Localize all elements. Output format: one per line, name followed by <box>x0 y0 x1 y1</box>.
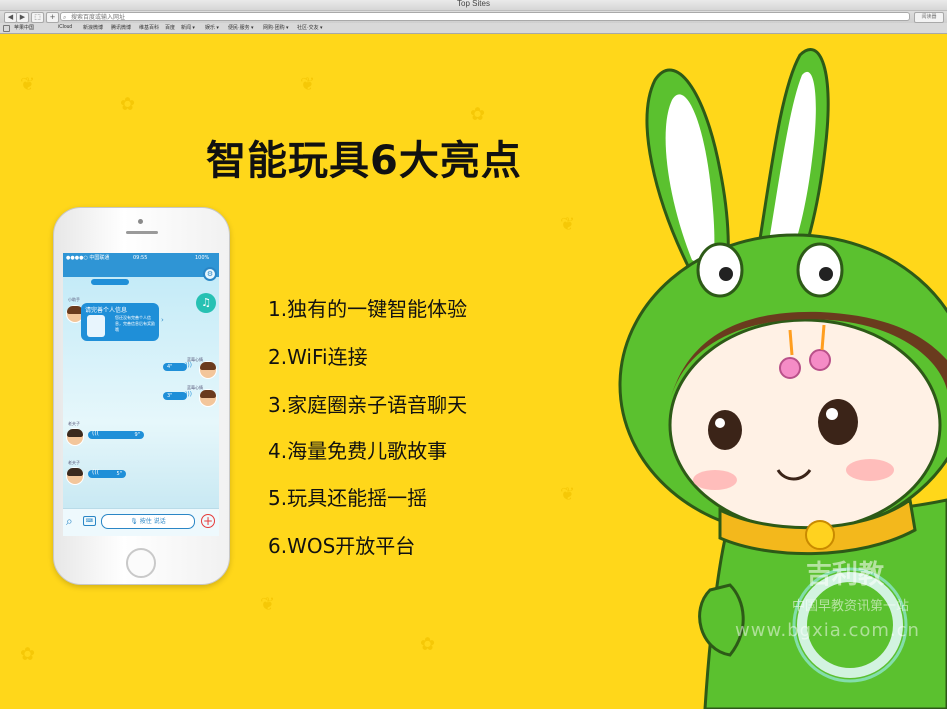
voice-message[interactable]: 3" <box>163 392 187 400</box>
voice-wave-icon: ((( <box>92 469 100 476</box>
clock-label: 09:55 <box>133 255 148 261</box>
reader-button[interactable]: 阅读器 <box>914 12 944 23</box>
leaf-decoration: ❦ <box>300 74 316 95</box>
address-placeholder: 搜索百度或输入网址 <box>71 14 126 21</box>
speaker-grille <box>126 231 158 234</box>
profile-prompt-card[interactable]: 请完善个人信息 您还没有完善个人信息，完善信息后有奖励哦 <box>81 303 159 341</box>
voice-duration: 5" <box>116 471 122 477</box>
forward-button[interactable]: ▶ <box>16 12 29 23</box>
leaf-decoration: ✿ <box>470 104 486 125</box>
card-text: 您还没有完善个人信息，完善信息后有奖励哦 <box>115 315 155 332</box>
battery-label: 100% <box>195 255 210 261</box>
feature-item: 6.WOS开放平台 <box>268 534 416 558</box>
phone-mockup: ●●●●○ 中国联通 09:55 100% ⚙ ♫ 小助手 请完善个人信息 您还… <box>53 207 230 585</box>
search-icon: ⌕ <box>63 14 67 21</box>
music-icon[interactable]: ♫ <box>196 293 216 313</box>
feature-item: 4.海量免费儿歌故事 <box>268 439 448 463</box>
feature-item: 1.独有的一键智能体验 <box>268 297 468 321</box>
bookmark-item[interactable]: 腾讯微博 <box>111 24 131 31</box>
watermark-url: www.bgxia.com.cn <box>735 620 920 641</box>
bookmark-item[interactable]: iCloud <box>58 24 72 30</box>
gear-icon[interactable]: ⚙ <box>203 267 217 281</box>
voice-duration: 4" <box>167 364 173 370</box>
voice-wave-icon: ))) <box>185 362 193 369</box>
bookmark-item[interactable]: 苹果中国 <box>14 24 34 31</box>
carrier-label: ●●●●○ 中国联通 <box>66 255 110 261</box>
sender-name: 老夫子 <box>68 421 80 426</box>
keyboard-icon[interactable]: ⌨ <box>83 516 96 526</box>
input-bar: ⌕ ⌨ 🎙 按住 说话 + <box>63 508 219 536</box>
add-tab-button[interactable]: + <box>46 12 59 23</box>
hold-to-talk-button[interactable]: 🎙 按住 说话 <box>101 514 195 529</box>
bookmark-item[interactable]: 新浪微博 <box>83 24 103 31</box>
address-bar[interactable]: ⌕ 搜索百度或输入网址 <box>60 12 910 21</box>
leaf-decoration: ✿ <box>20 644 36 665</box>
search-icon[interactable]: ⌕ <box>66 514 73 529</box>
bookmark-item[interactable]: 娱乐 ▾ <box>205 24 219 31</box>
user-avatar <box>199 389 217 407</box>
app-header <box>63 263 219 277</box>
user-avatar <box>66 467 84 485</box>
bookmark-item[interactable]: 便民·服务 ▾ <box>228 24 254 31</box>
bookmark-item[interactable]: 社区·交友 ▾ <box>297 24 323 31</box>
leaf-decoration: ✿ <box>120 94 136 115</box>
user-avatar <box>66 428 84 446</box>
watermark-brand: 吉利教 <box>806 560 885 590</box>
bookmark-item[interactable]: 新闻 ▾ <box>181 24 195 31</box>
window-title: Top Sites <box>457 0 490 8</box>
microphone-icon: 🎙 <box>130 518 140 525</box>
chat-bubble-partial <box>91 279 129 285</box>
leaf-decoration: ❦ <box>560 214 576 235</box>
bookmark-item[interactable]: 网购·团购 ▾ <box>263 24 289 31</box>
card-title: 请完善个人信息 <box>85 307 128 314</box>
voice-wave-icon: ))) <box>185 391 193 398</box>
leaf-decoration: ❦ <box>20 74 36 95</box>
chevron-right-icon[interactable]: › <box>161 316 164 324</box>
talk-label: 按住 说话 <box>139 518 166 525</box>
leaf-decoration: ❦ <box>560 484 576 505</box>
camera-icon <box>138 219 143 224</box>
voice-wave-icon: ((( <box>92 430 100 437</box>
phone-screen: ●●●●○ 中国联通 09:55 100% ⚙ ♫ 小助手 请完善个人信息 您还… <box>63 253 219 536</box>
sender-name: 老夫子 <box>68 460 80 465</box>
feature-item: 3.家庭圈亲子语音聊天 <box>268 393 468 417</box>
watermark-sub: 中国早教资讯第一站 <box>792 599 910 614</box>
bookmark-item[interactable]: 百度 <box>165 24 175 31</box>
bookmark-item[interactable]: 维基百科 <box>139 24 159 31</box>
share-button[interactable]: ⬚ <box>31 12 44 23</box>
voice-message[interactable]: 4" <box>163 363 187 371</box>
user-avatar <box>199 361 217 379</box>
status-bar: ●●●●○ 中国联通 09:55 100% <box>63 253 219 263</box>
slide-headline: 智能玩具6大亮点 <box>206 138 522 184</box>
voice-duration: 9" <box>134 432 140 438</box>
sender-name: 小助手 <box>68 297 80 302</box>
leaf-decoration: ✿ <box>420 634 436 655</box>
browser-toolbar: ◀ ▶ ⬚ + ⌕ 搜索百度或输入网址 阅读器 <box>0 11 947 23</box>
feature-item: 2.WiFi连接 <box>268 345 368 369</box>
feature-item: 5.玩具还能摇一摇 <box>268 486 428 510</box>
voice-duration: 3" <box>167 393 173 399</box>
leaf-decoration: ❦ <box>260 594 276 615</box>
bookmarks-icon[interactable] <box>3 25 10 32</box>
add-icon[interactable]: + <box>201 514 215 528</box>
title-bar: Top Sites <box>0 0 947 11</box>
profile-doc-icon <box>87 315 105 337</box>
home-button[interactable] <box>126 548 156 578</box>
